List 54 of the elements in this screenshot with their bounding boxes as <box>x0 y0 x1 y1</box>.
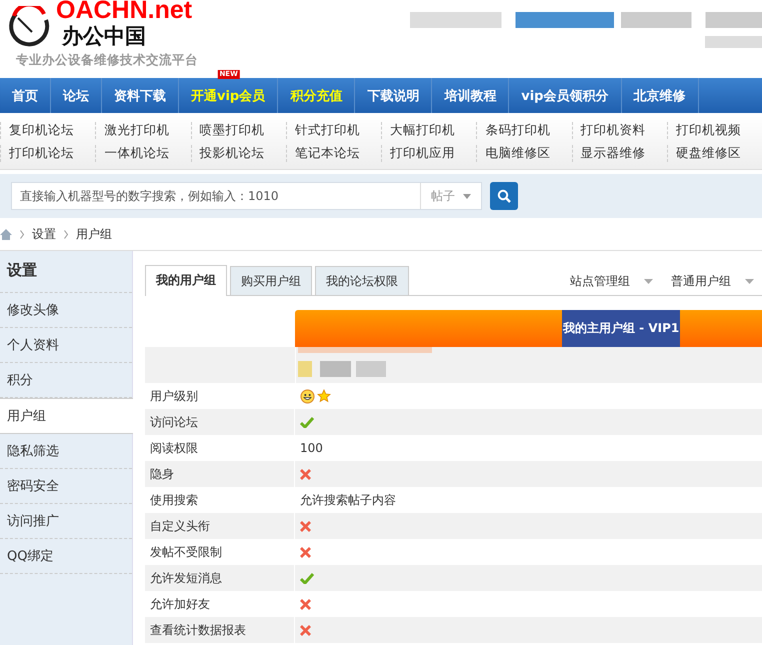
forum-link[interactable]: 针式打印机 <box>286 122 381 139</box>
forum-link[interactable]: 打印机视频 <box>666 122 762 139</box>
breadcrumb-link[interactable]: 用户组 <box>76 226 112 242</box>
site-name: 办公中国 <box>62 23 147 49</box>
forum-link[interactable]: 激光打印机 <box>95 122 190 139</box>
logo-text: OACHN.net <box>56 0 192 23</box>
sidebar-item[interactable]: QQ绑定 <box>0 539 132 574</box>
forum-link[interactable]: 电脑维修区 <box>476 145 572 162</box>
cross-icon <box>300 598 311 610</box>
forum-link[interactable]: 笔记本论坛 <box>286 145 381 162</box>
permission-value: 允许搜索帖子内容 <box>300 492 396 508</box>
group-dropdown[interactable]: 站点管理组 <box>570 267 661 295</box>
tagline: 专业办公设备维修技术交流平台 <box>16 52 198 69</box>
permission-value: 100 <box>300 441 323 455</box>
sidebar-item[interactable]: 隐私筛选 <box>0 434 132 469</box>
sidebar-item[interactable]: 访问推广 <box>0 504 132 539</box>
checkmark-icon <box>300 416 314 428</box>
tab[interactable]: 我的论坛权限 <box>315 266 409 295</box>
star-icon <box>317 389 331 403</box>
tab[interactable]: 我的用户组 <box>145 265 227 296</box>
caret-icon <box>745 278 754 284</box>
group-header-label: 我的主用户组 - VIP1 <box>562 310 680 347</box>
cross-icon <box>300 520 311 532</box>
cross-icon <box>300 546 311 558</box>
forum-link[interactable]: 喷墨打印机 <box>190 122 286 139</box>
caret-icon <box>644 278 653 284</box>
sidebar-item[interactable]: 个人资料 <box>0 328 132 363</box>
chevron-icon <box>64 230 68 238</box>
search-button[interactable] <box>490 182 518 210</box>
caret-icon <box>463 194 471 198</box>
chevron-icon <box>20 230 24 238</box>
forum-link[interactable]: 显示器维修 <box>572 145 667 162</box>
forum-link[interactable]: 打印机资料 <box>572 122 667 139</box>
forum-link[interactable]: 硬盘维修区 <box>666 145 762 162</box>
permission-label: 查看统计数据报表 <box>145 617 295 643</box>
tab[interactable]: 购买用户组 <box>230 266 312 295</box>
cross-icon <box>300 624 311 636</box>
forum-link[interactable]: 大幅打印机 <box>381 122 476 139</box>
forum-link[interactable]: 一体机论坛 <box>95 145 190 162</box>
search-icon <box>497 189 511 203</box>
forum-link[interactable]: 打印机应用 <box>381 145 476 162</box>
sidebar-item[interactable]: 密码安全 <box>0 469 132 504</box>
breadcrumb-link[interactable]: 设置 <box>32 226 56 242</box>
checkmark-icon <box>300 572 314 584</box>
sidebar-item[interactable]: 用户组 <box>0 398 133 434</box>
cross-icon <box>300 468 311 480</box>
forum-link[interactable]: 复印机论坛 <box>0 122 96 139</box>
forum-link[interactable]: 条码打印机 <box>476 122 572 139</box>
sidebar-title: 设置 <box>0 255 132 293</box>
forum-link[interactable]: 投影机论坛 <box>190 145 286 162</box>
group-dropdown[interactable]: 普通用户组 <box>671 267 762 295</box>
sidebar-item[interactable]: 修改头像 <box>0 293 132 328</box>
forum-link[interactable]: 打印机论坛 <box>0 145 96 162</box>
smiley-icon <box>300 388 315 404</box>
